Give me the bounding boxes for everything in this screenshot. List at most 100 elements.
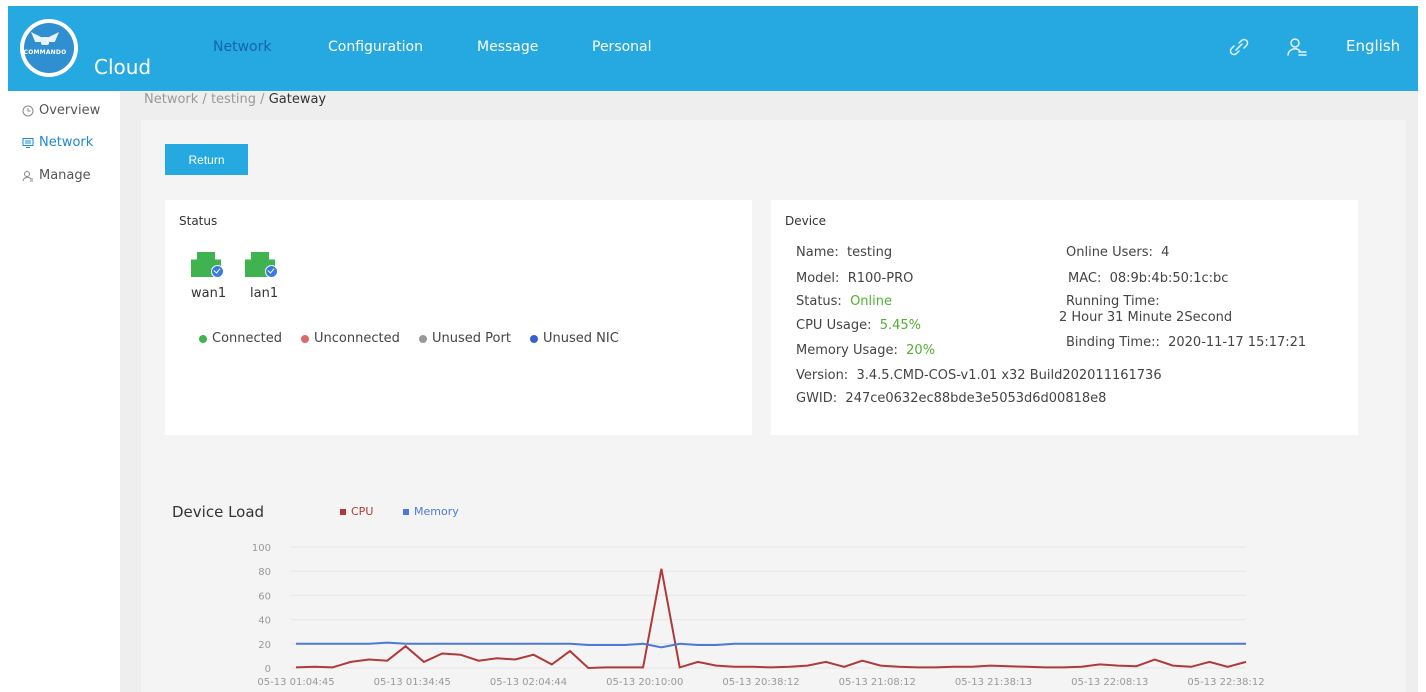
x-tick-label: 05-13 22:08:13 (1071, 677, 1148, 688)
breadcrumb-separator: / (260, 92, 265, 107)
device-load-title: Device Load (172, 503, 265, 521)
y-tick-label: 60 (258, 591, 271, 602)
app-title: Cloud (94, 55, 152, 79)
device-load-chart: 0 20 40 60 80 100 05-13 01:04:45 05-13 01:34:45… (252, 543, 1265, 688)
legend-unused-port: Unused Port (419, 331, 511, 346)
port-lan1-icon[interactable] (245, 252, 278, 281)
x-tick-label: 05-13 01:04:45 (257, 677, 334, 688)
clock-icon (22, 105, 34, 116)
nav-message[interactable]: Message (477, 39, 538, 55)
name-value: testing (847, 245, 893, 260)
sidebar-item-label: Manage (39, 168, 91, 183)
sidebar: Overview Network Manage (0, 91, 120, 692)
x-tick-label: 05-13 20:10:00 (606, 677, 683, 688)
user-icon[interactable] (1286, 36, 1308, 58)
y-tick-label: 40 (258, 616, 271, 627)
mac-label: MAC: (1068, 271, 1102, 286)
version-value: 3.4.5.CMD-COS-v1.01 x32 Build20201116173… (856, 368, 1162, 383)
legend-connected: Connected (199, 331, 282, 346)
status-label: Status: (796, 294, 842, 309)
y-tick-label: 0 (265, 664, 271, 675)
breadcrumb-separator: / (202, 92, 207, 107)
legend-unused-nic: Unused NIC (530, 331, 619, 346)
port-label-wan1: wan1 (191, 286, 227, 301)
gray-dot-icon (419, 334, 427, 343)
device-title: Device (785, 214, 827, 228)
status-card: Status wan1 lan1 Connected Unconnected U… (165, 200, 752, 435)
memory-value: 20% (906, 343, 936, 358)
nav-personal[interactable]: Personal (592, 39, 652, 55)
logo-text: COMMANDO (23, 49, 67, 56)
x-tick-label: 05-13 02:04:44 (490, 677, 567, 688)
port-label-lan1: lan1 (250, 286, 279, 301)
name-label: Name: (796, 245, 839, 260)
device-status: Status: Online (796, 294, 892, 309)
legend-label: Unused NIC (543, 331, 619, 346)
device-version: Version: 3.4.5.CMD-COS-v1.01 x32 Build20… (796, 368, 1162, 383)
cpu-swatch-icon (340, 508, 346, 515)
breadcrumb: Network / testing / Gateway (144, 92, 326, 107)
binding-time-label: Binding Time:: (1066, 335, 1160, 350)
link-icon[interactable] (1228, 36, 1250, 58)
cpu-label: CPU Usage: (796, 318, 872, 333)
breadcrumb-gateway: Gateway (268, 92, 327, 107)
running-time-label: Running Time: (1066, 294, 1160, 309)
y-tick-label: 80 (258, 567, 271, 578)
breadcrumb-network[interactable]: Network (144, 92, 198, 107)
x-tick-label: 05-13 22:38:12 (1187, 677, 1264, 688)
green-dot-icon (199, 334, 207, 343)
sidebar-item-label: Overview (39, 103, 101, 118)
x-tick-label: 05-13 01:34:45 (374, 677, 451, 688)
monitor-icon (22, 137, 34, 148)
model-value: R100-PRO (847, 271, 914, 286)
gwid-value: 247ce0632ec88bde3e5053d6d00818e8 (845, 391, 1107, 406)
legend-memory-label: Memory (414, 505, 459, 518)
x-tick-label: 05-13 20:38:12 (722, 677, 799, 688)
cpu-value: 5.45% (879, 318, 922, 333)
device-mac: MAC: 08:9b:4b:50:1c:bc (1068, 271, 1228, 286)
legend-memory[interactable]: Memory (403, 505, 459, 518)
memory-label: Memory Usage: (796, 343, 898, 358)
blue-dot-icon (530, 334, 538, 343)
nav-configuration[interactable]: Configuration (328, 39, 423, 55)
user-icon (22, 170, 33, 181)
running-time-value: 2 Hour 31 Minute 2Second (1059, 310, 1233, 325)
x-tick-label: 05-13 21:38:13 (955, 677, 1032, 688)
breadcrumb-testing[interactable]: testing (211, 92, 256, 107)
return-button[interactable]: Return (165, 144, 248, 175)
legend-cpu-label: CPU (351, 505, 374, 518)
status-value: Online (850, 294, 893, 309)
device-gwid: GWID: 247ce0632ec88bde3e5053d6d00818e8 (796, 391, 1106, 406)
online-users-value: 4 (1161, 245, 1170, 260)
device-card: Device Name: testing Model: R100-PRO Sta… (771, 200, 1358, 435)
gwid-label: GWID: (796, 391, 838, 406)
y-tick-label: 20 (258, 640, 271, 651)
device-binding-time: Binding Time:: 2020-11-17 15:17:21 (1066, 335, 1306, 350)
legend-label: Unused Port (432, 331, 511, 346)
device-name: Name: testing (796, 245, 892, 260)
online-users-label: Online Users: (1066, 245, 1153, 260)
main-content: Network / testing / Gateway Return Statu… (120, 91, 1418, 692)
mac-value: 08:9b:4b:50:1c:bc (1109, 271, 1229, 286)
status-title: Status (179, 214, 218, 228)
device-model: Model: R100-PRO (796, 271, 913, 286)
device-cpu: CPU Usage: 5.45% (796, 318, 921, 333)
gateway-panel: Return Status wan1 lan1 Connected Unconn… (141, 120, 1406, 692)
y-tick-label: 100 (252, 543, 271, 554)
commando-logo[interactable]: COMMANDO (20, 19, 78, 77)
sidebar-item-overview[interactable]: Overview (22, 103, 100, 118)
legend-label: Unconnected (314, 331, 400, 346)
version-label: Version: (796, 368, 849, 383)
model-label: Model: (796, 271, 840, 286)
x-tick-label: 05-13 21:08:12 (839, 677, 916, 688)
sidebar-item-label: Network (39, 135, 94, 150)
top-bar: COMMANDO Cloud Network Configuration Mes… (8, 6, 1418, 91)
sidebar-item-manage[interactable]: Manage (22, 168, 91, 183)
legend-unconnected: Unconnected (301, 331, 400, 346)
port-wan1-icon[interactable] (191, 252, 224, 281)
language-switch[interactable]: English (1346, 37, 1400, 55)
memory-swatch-icon (403, 508, 409, 515)
nav-network[interactable]: Network (213, 39, 271, 55)
sidebar-item-network[interactable]: Network (22, 135, 93, 150)
legend-cpu[interactable]: CPU (340, 505, 373, 518)
